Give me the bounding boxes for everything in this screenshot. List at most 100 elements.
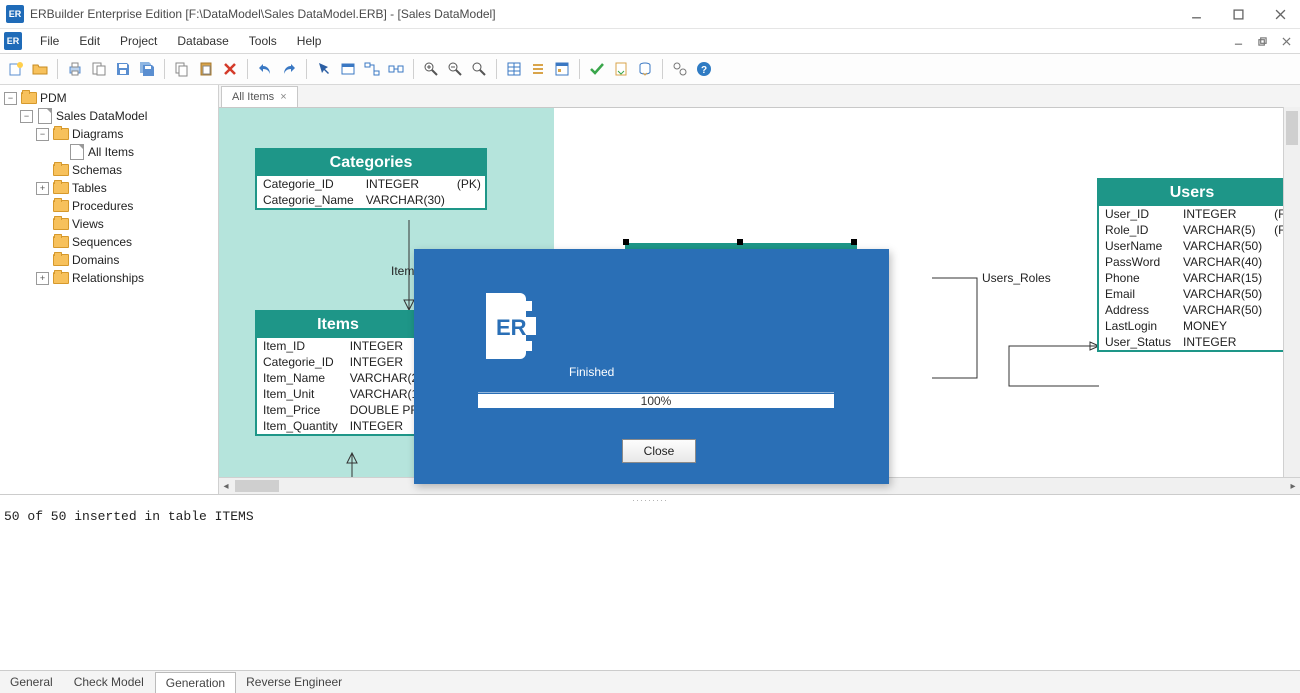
tree-tables[interactable]: Tables — [72, 181, 107, 195]
table-row: Item_NameVARCHAR(2 — [257, 370, 425, 386]
tab-generation[interactable]: Generation — [155, 672, 236, 693]
tree-model[interactable]: Sales DataModel — [56, 109, 147, 123]
zoom-in-icon[interactable] — [420, 58, 442, 80]
menu-project[interactable]: Project — [110, 31, 167, 51]
mdi-minimize-button[interactable] — [1228, 33, 1248, 49]
menu-edit[interactable]: Edit — [69, 31, 110, 51]
grid-table-icon[interactable] — [503, 58, 525, 80]
table-row: Item_UnitVARCHAR(1 — [257, 386, 425, 402]
log-line: 50 of 50 inserted in table ITEMS — [4, 509, 254, 524]
relation-label-users-roles[interactable]: Users_Roles — [982, 271, 1051, 285]
entity-items-header: Items — [257, 312, 419, 338]
paste-icon[interactable] — [195, 58, 217, 80]
save-icon[interactable] — [112, 58, 134, 80]
entity-items[interactable]: Items Item_IDINTEGER Categorie_IDINTEGER… — [255, 310, 421, 436]
progress-dialog: ER Finished 100% Close — [414, 249, 889, 484]
tree-root[interactable]: PDM — [40, 91, 67, 105]
entity-categories[interactable]: Categories Categorie_IDINTEGER(PK) Categ… — [255, 148, 487, 210]
selection-handle[interactable] — [851, 239, 857, 245]
svg-text:ER: ER — [496, 315, 527, 340]
pointer-icon[interactable] — [313, 58, 335, 80]
maximize-button[interactable] — [1224, 3, 1252, 25]
window-title: ERBuilder Enterprise Edition [F:\DataMod… — [30, 7, 1182, 21]
menu-help[interactable]: Help — [287, 31, 332, 51]
menu-bar: ER File Edit Project Database Tools Help — [0, 29, 1300, 54]
new-project-icon[interactable] — [5, 58, 27, 80]
print-icon[interactable] — [64, 58, 86, 80]
app-icon: ER — [6, 5, 24, 23]
tree-relationships[interactable]: Relationships — [72, 271, 144, 285]
tree-procedures[interactable]: Procedures — [72, 199, 133, 213]
table-row: LastLoginMONEY — [1099, 318, 1291, 334]
output-tabs: General Check Model Generation Reverse E… — [0, 671, 1300, 693]
tree-schemas[interactable]: Schemas — [72, 163, 122, 177]
minimize-button[interactable] — [1182, 3, 1210, 25]
table-row: PhoneVARCHAR(15) — [1099, 270, 1291, 286]
er-logo-icon: ER — [478, 287, 540, 365]
page-setup-icon[interactable] — [88, 58, 110, 80]
progress-bar: 100% — [478, 394, 834, 408]
table-row: Categorie_IDINTEGER(PK) — [257, 176, 487, 192]
vertical-scrollbar[interactable] — [1283, 107, 1300, 478]
close-button[interactable] — [1266, 3, 1294, 25]
menu-file[interactable]: File — [30, 31, 69, 51]
table-row: User_IDINTEGER(F — [1099, 206, 1291, 222]
model-tree[interactable]: −PDM −Sales DataModel −Diagrams All Item… — [0, 85, 219, 494]
relation-label-items[interactable]: Item — [391, 264, 414, 278]
tab-all-items[interactable]: All Items × — [221, 86, 298, 107]
output-log[interactable]: 50 of 50 inserted in table ITEMS — [0, 503, 1300, 671]
entity-categories-header: Categories — [257, 150, 485, 176]
table-row: EmailVARCHAR(50) — [1099, 286, 1291, 302]
tree-diagrams[interactable]: Diagrams — [72, 127, 123, 141]
list-icon[interactable] — [527, 58, 549, 80]
table-row: Role_IDVARCHAR(5)(F — [1099, 222, 1291, 238]
progress-percent: 100% — [641, 394, 672, 408]
dialog-status-text: Finished — [569, 365, 614, 379]
new-view-icon[interactable] — [385, 58, 407, 80]
table-row: Item_PriceDOUBLE PR — [257, 402, 425, 418]
doc-icon: ER — [4, 32, 22, 50]
copy-icon[interactable] — [171, 58, 193, 80]
entity-users[interactable]: Users User_IDINTEGER(F Role_IDVARCHAR(5)… — [1097, 178, 1285, 352]
tab-check-model[interactable]: Check Model — [64, 672, 155, 692]
splitter-handle[interactable]: ········· — [0, 495, 1300, 503]
diagram-tabstrip: All Items × — [219, 85, 1300, 108]
toolbar: ? — [0, 54, 1300, 85]
mdi-restore-button[interactable] — [1252, 33, 1272, 49]
menu-database[interactable]: Database — [167, 31, 238, 51]
close-button[interactable]: Close — [622, 439, 696, 463]
selection-handle[interactable] — [737, 239, 743, 245]
progress-track — [478, 392, 834, 393]
redo-icon[interactable] — [278, 58, 300, 80]
table-row: AddressVARCHAR(50) — [1099, 302, 1291, 318]
tree-views[interactable]: Views — [72, 217, 104, 231]
menu-tools[interactable]: Tools — [239, 31, 287, 51]
undo-icon[interactable] — [254, 58, 276, 80]
svg-text:?: ? — [701, 65, 707, 76]
tab-label: All Items — [232, 91, 274, 103]
selection-handle[interactable] — [623, 239, 629, 245]
validate-icon[interactable] — [586, 58, 608, 80]
tree-domains[interactable]: Domains — [72, 253, 119, 267]
open-icon[interactable] — [29, 58, 51, 80]
delete-icon[interactable] — [219, 58, 241, 80]
tree-sequences[interactable]: Sequences — [72, 235, 132, 249]
tab-close-icon[interactable]: × — [280, 91, 286, 103]
help-icon[interactable]: ? — [693, 58, 715, 80]
table-row: Item_QuantityINTEGER — [257, 418, 425, 434]
mdi-close-button[interactable] — [1276, 33, 1296, 49]
zoom-fit-icon[interactable] — [468, 58, 490, 80]
tab-general[interactable]: General — [0, 672, 64, 692]
title-bar: ER ERBuilder Enterprise Edition [F:\Data… — [0, 0, 1300, 29]
sync-db-icon[interactable] — [634, 58, 656, 80]
zoom-out-icon[interactable] — [444, 58, 466, 80]
tree-allitems[interactable]: All Items — [88, 145, 134, 159]
new-table-icon[interactable] — [337, 58, 359, 80]
tab-reverse-engineer[interactable]: Reverse Engineer — [236, 672, 353, 692]
save-all-icon[interactable] — [136, 58, 158, 80]
form-icon[interactable] — [551, 58, 573, 80]
new-relation-icon[interactable] — [361, 58, 383, 80]
generate-ddl-icon[interactable] — [610, 58, 632, 80]
table-row: Categorie_NameVARCHAR(30) — [257, 192, 487, 208]
settings-icon[interactable] — [669, 58, 691, 80]
